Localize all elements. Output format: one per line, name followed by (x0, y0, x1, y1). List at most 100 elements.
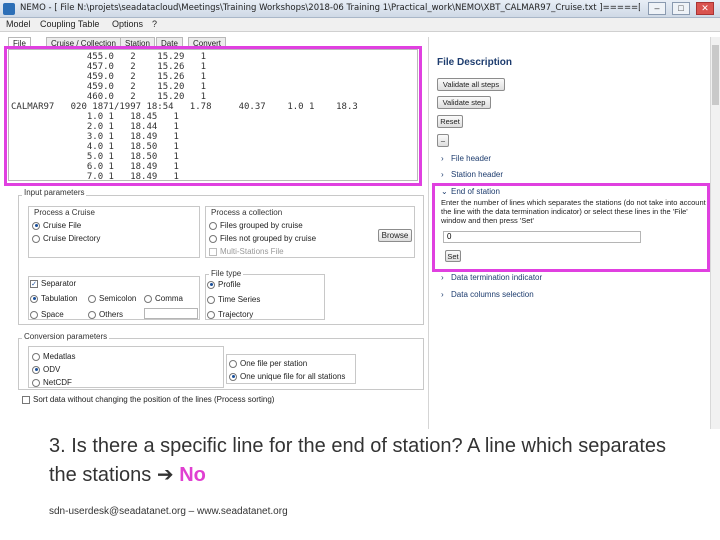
menu-coupling-table[interactable]: Coupling Table (40, 19, 99, 29)
semicolon-label: Semicolon (99, 294, 137, 303)
file-type-label: File type (209, 269, 244, 278)
end-of-station-help: Enter the number of lines which separate… (441, 198, 706, 225)
separator-label: Separator (41, 279, 77, 288)
trajectory-label: Trajectory (218, 310, 254, 319)
file-content-viewer[interactable]: 455.0 2 15.29 1 457.0 2 15.26 1 459.0 2 … (8, 49, 418, 181)
file-line[interactable]: 1.0 1 18.45 1 (11, 112, 179, 122)
radio-icon (209, 234, 217, 243)
multi-stations-checkbox[interactable]: Multi-Stations File (209, 247, 284, 256)
sort-data-checkbox[interactable]: Sort data without changing the position … (22, 395, 274, 404)
section-end-of-station[interactable]: ⌄ End of station (441, 187, 500, 196)
tab-file[interactable]: File (8, 37, 31, 49)
separator-checkbox[interactable]: ✓ Separator (30, 279, 76, 288)
file-line[interactable]: 4.0 1 18.50 1 (11, 142, 179, 152)
others-separator-input[interactable] (144, 308, 198, 319)
window-title: NEMO - [ File N:\projets\seadatacloud\Me… (20, 3, 640, 13)
others-label: Others (99, 310, 124, 319)
end-of-station-input[interactable]: 0 (443, 231, 641, 243)
checkbox-icon (22, 395, 30, 404)
data-columns-label: Data columns selection (451, 290, 534, 299)
radio-selected-icon (30, 294, 38, 303)
tabulation-radio[interactable]: Tabulation (30, 294, 77, 303)
validate-step-button[interactable]: Validate step (437, 96, 491, 109)
file-line[interactable]: 3.0 1 18.49 1 (11, 132, 179, 142)
file-line-station-header[interactable]: CALMAR97 020 1871/1997 18:54 1.78 40.37 … (11, 102, 358, 112)
trajectory-radio[interactable]: Trajectory (207, 310, 253, 319)
slide-question: 3. Is there a specific line for the end … (49, 432, 689, 490)
cruise-file-radio[interactable]: Cruise File (32, 221, 81, 230)
section-file-header[interactable]: › File header (441, 154, 491, 163)
files-grouped-radio[interactable]: Files grouped by cruise (209, 221, 303, 230)
section-station-header[interactable]: › Station header (441, 170, 503, 179)
right-panel-scrollbar[interactable] (710, 37, 720, 429)
caret-right-icon: › (441, 273, 444, 282)
input-parameters-label: Input parameters (22, 188, 87, 197)
comma-radio[interactable]: Comma (144, 294, 183, 303)
one-file-per-station-radio[interactable]: One file per station (229, 359, 307, 368)
profile-radio[interactable]: Profile (207, 280, 241, 289)
tab-station[interactable]: Station (120, 37, 155, 49)
time-series-radio[interactable]: Time Series (207, 295, 260, 304)
radio-icon (32, 352, 40, 361)
cruise-directory-radio[interactable]: Cruise Directory (32, 234, 100, 243)
file-line[interactable]: 459.0 2 15.20 1 (11, 82, 206, 92)
caret-right-icon: › (441, 154, 444, 163)
tab-date[interactable]: Date (156, 37, 183, 49)
radio-selected-icon (32, 365, 40, 374)
validate-all-steps-button[interactable]: Validate all steps (437, 78, 505, 91)
radio-selected-icon (207, 280, 215, 289)
tab-cruise-collection[interactable]: Cruise / Collection (46, 37, 121, 49)
file-line[interactable]: 2.0 1 18.44 1 (11, 122, 179, 132)
file-line[interactable]: 459.0 2 15.26 1 (11, 72, 206, 82)
reset-button[interactable]: Reset (437, 115, 463, 128)
files-not-grouped-radio[interactable]: Files not grouped by cruise (209, 234, 316, 243)
section-data-columns[interactable]: › Data columns selection (441, 290, 534, 299)
files-not-grouped-label: Files not grouped by cruise (220, 234, 317, 243)
radio-icon (229, 359, 237, 368)
nemo-app-icon (3, 3, 15, 15)
menubar: Model Coupling Table Options ? (0, 18, 720, 32)
section-data-termination[interactable]: › Data termination indicator (441, 273, 542, 282)
space-radio[interactable]: Space (30, 310, 64, 319)
odv-label: ODV (43, 365, 61, 374)
browse-button[interactable]: Browse (378, 229, 412, 242)
file-line[interactable]: 457.0 2 15.26 1 (11, 62, 206, 72)
files-grouped-label: Files grouped by cruise (220, 221, 303, 230)
scrollbar-thumb[interactable] (712, 45, 719, 105)
file-header-label: File header (451, 154, 492, 163)
file-line[interactable]: 6.0 1 18.49 1 (11, 162, 179, 172)
station-header-label: Station header (451, 170, 504, 179)
close-button[interactable]: ✕ (696, 2, 714, 15)
semicolon-radio[interactable]: Semicolon (88, 294, 136, 303)
menu-options[interactable]: Options (112, 19, 143, 29)
end-of-station-label: End of station (451, 187, 500, 196)
minimize-button[interactable]: – (648, 2, 666, 15)
tab-convert[interactable]: Convert (188, 37, 227, 49)
set-button[interactable]: Set (445, 250, 461, 262)
file-line[interactable]: 7.0 1 18.49 1 (11, 172, 179, 180)
file-line[interactable]: 455.0 2 15.29 1 (11, 52, 206, 62)
radio-icon (144, 294, 152, 303)
radio-selected-icon (32, 221, 40, 230)
maximize-button[interactable]: □ (672, 2, 690, 15)
others-radio[interactable]: Others (88, 310, 123, 319)
caret-right-icon: › (441, 170, 444, 179)
file-line[interactable]: 460.0 2 15.20 1 (11, 92, 206, 102)
medatlas-radio[interactable]: Medatlas (32, 352, 75, 361)
tabulation-label: Tabulation (41, 294, 78, 303)
profile-label: Profile (218, 280, 241, 289)
one-unique-file-radio[interactable]: One unique file for all stations (229, 372, 345, 381)
cruise-file-label: Cruise File (43, 221, 82, 230)
radio-selected-icon (229, 372, 237, 381)
odv-radio[interactable]: ODV (32, 365, 60, 374)
netcdf-radio[interactable]: NetCDF (32, 378, 72, 387)
data-termination-label: Data termination indicator (451, 273, 543, 282)
menu-model[interactable]: Model (6, 19, 31, 29)
collapse-button[interactable]: – (437, 134, 449, 147)
slide-footer: sdn-userdesk@seadatanet.org – www.seadat… (49, 506, 288, 517)
file-line[interactable]: 5.0 1 18.50 1 (11, 152, 179, 162)
space-label: Space (41, 310, 64, 319)
menu-help[interactable]: ? (152, 19, 157, 29)
checkbox-icon (209, 247, 217, 256)
caret-right-icon: › (441, 290, 444, 299)
